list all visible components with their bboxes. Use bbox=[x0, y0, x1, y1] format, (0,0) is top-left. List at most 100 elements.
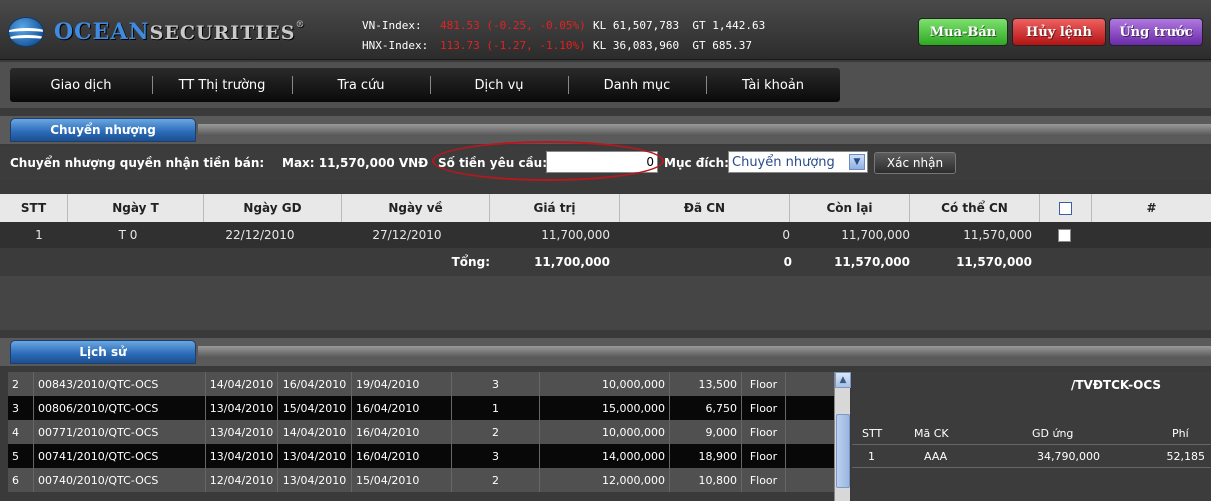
hist-date-1: 13/04/2010 bbox=[206, 396, 278, 420]
total-label: Tổng: bbox=[451, 255, 490, 269]
confirm-button[interactable]: Xác nhận bbox=[874, 152, 956, 174]
purpose-select[interactable]: Chuyển nhượng ▼ bbox=[728, 151, 868, 173]
total-remaining: 11,570,000 bbox=[834, 255, 910, 269]
col-hash: # bbox=[1146, 201, 1157, 215]
hist-type: Floor bbox=[742, 372, 786, 396]
scroll-up-arrow-icon[interactable]: ▲ bbox=[835, 372, 851, 388]
tab-transfer[interactable]: Chuyển nhượng bbox=[10, 118, 196, 142]
select-all-checkbox[interactable] bbox=[1059, 201, 1072, 215]
cell-settle-date: 27/12/2010 bbox=[372, 228, 442, 242]
hist-stt: 5 bbox=[8, 444, 34, 468]
col-trade-date: Ngày GD bbox=[204, 194, 342, 222]
table-row[interactable]: 1 AAA 34,790,000 52,185 bbox=[852, 444, 1211, 468]
table-row[interactable]: 2 00843/2010/QTC-OCS 14/04/2010 16/04/20… bbox=[8, 372, 834, 396]
main-menu: Giao dịch TT Thị trường Tra cứu Dịch vụ … bbox=[10, 68, 840, 102]
menu-item-lookup[interactable]: Tra cứu bbox=[292, 68, 430, 102]
hist-date-2: 16/04/2010 bbox=[278, 372, 352, 396]
table-row[interactable]: 3 00806/2010/QTC-OCS 13/04/2010 15/04/20… bbox=[8, 396, 834, 420]
history-section-bar: Lịch sử bbox=[0, 338, 1211, 366]
transfer-right-label: Chuyển nhượng quyền nhận tiền bán: bbox=[10, 156, 265, 170]
tab-history[interactable]: Lịch sử bbox=[10, 340, 196, 364]
purpose-selected-value: Chuyển nhượng bbox=[732, 154, 835, 170]
detail-col-symbol: Mã CK bbox=[914, 426, 949, 440]
hist-amount: 12,000,000 bbox=[540, 468, 670, 492]
hist-code: 00843/2010/QTC-OCS bbox=[34, 372, 206, 396]
hnx-index-label: HNX-Index: bbox=[362, 39, 429, 52]
hist-stt: 6 bbox=[8, 468, 34, 492]
history-scrollbar[interactable]: ▲ bbox=[834, 372, 851, 501]
vn-volume: KL 61,507,783 bbox=[593, 19, 680, 32]
scroll-thumb[interactable] bbox=[836, 414, 850, 488]
transfer-table-header: STT Ngày T Ngày GD Ngày về Giá trị Đã CN… bbox=[0, 194, 1211, 222]
cancel-order-button[interactable]: Hủy lệnh bbox=[1012, 18, 1106, 46]
cell-day-t: T 0 bbox=[118, 228, 138, 242]
hist-date-1: 13/04/2010 bbox=[206, 444, 278, 468]
hist-stt: 3 bbox=[8, 396, 34, 420]
chevron-down-icon[interactable]: ▼ bbox=[849, 154, 865, 170]
history-table: 2 00843/2010/QTC-OCS 14/04/2010 16/04/20… bbox=[8, 372, 834, 492]
hist-date-1: 12/04/2010 bbox=[206, 468, 278, 492]
cell-stt: 1 bbox=[35, 228, 43, 242]
table-row[interactable]: 5 00741/2010/QTC-OCS 13/04/2010 13/04/20… bbox=[8, 444, 834, 468]
detail-col-stt: STT bbox=[862, 426, 883, 440]
col-day-t: Ngày T bbox=[68, 194, 204, 222]
index-volumes: KL 61,507,783 GT 1,442.63 KL 36,083,960 … bbox=[593, 16, 765, 56]
detail-title: /TVĐTCK-OCS bbox=[1070, 378, 1161, 392]
hist-date-3: 16/04/2010 bbox=[352, 396, 452, 420]
table-row[interactable]: 1 T 0 22/12/2010 27/12/2010 11,700,000 0… bbox=[0, 222, 1211, 248]
hist-date-3: 15/04/2010 bbox=[352, 468, 452, 492]
total-value: 11,700,000 bbox=[534, 255, 610, 269]
menu-item-trading[interactable]: Giao dịch bbox=[10, 68, 152, 102]
table-total-row: Tổng: 11,700,000 0 11,570,000 11,570,000 bbox=[0, 248, 1211, 276]
col-transferred: Đã CN bbox=[620, 194, 790, 222]
hist-count: 2 bbox=[452, 420, 540, 444]
hist-date-2: 13/04/2010 bbox=[278, 468, 352, 492]
advance-detail-panel: /TVĐTCK-OCS STT Mã CK GD ứng Phí 1 AAA 3… bbox=[852, 372, 1211, 501]
hist-type: Floor bbox=[742, 396, 786, 420]
main-menu-bar: Giao dịch TT Thị trường Tra cứu Dịch vụ … bbox=[0, 62, 1211, 108]
hist-stt: 4 bbox=[8, 420, 34, 444]
table-empty-area bbox=[0, 276, 1211, 330]
vn-index-value: 481.53 (-0.25, -0.05%) bbox=[440, 19, 586, 32]
hist-amount: 10,000,000 bbox=[540, 420, 670, 444]
transfer-section-bar: Chuyển nhượng bbox=[0, 116, 1211, 144]
vn-value: GT 1,442.63 bbox=[692, 19, 766, 32]
detail-col-fee: Phí bbox=[1172, 426, 1189, 440]
col-remaining: Còn lại bbox=[790, 194, 910, 222]
col-select-all bbox=[1040, 194, 1092, 222]
row-checkbox[interactable] bbox=[1058, 228, 1071, 242]
table-row[interactable]: 6 00740/2010/QTC-OCS 12/04/2010 13/04/20… bbox=[8, 468, 834, 492]
detail-col-advance: GD ứng bbox=[1032, 426, 1074, 440]
menu-item-services[interactable]: Dịch vụ bbox=[430, 68, 568, 102]
col-transferable: Có thể CN bbox=[910, 194, 1040, 222]
menu-item-account[interactable]: Tài khoản bbox=[706, 68, 840, 102]
annotation-highlight-ellipse bbox=[432, 141, 664, 181]
hist-count: 3 bbox=[452, 444, 540, 468]
hnx-value: GT 685.37 bbox=[692, 39, 752, 52]
hist-fee: 10,800 bbox=[670, 468, 742, 492]
hist-amount: 10,000,000 bbox=[540, 372, 670, 396]
col-settle-date: Ngày về bbox=[342, 194, 490, 222]
row-checkbox-cell bbox=[1058, 222, 1078, 248]
hist-type: Floor bbox=[742, 420, 786, 444]
menu-item-market-info[interactable]: TT Thị trường bbox=[152, 68, 292, 102]
detail-stt: 1 bbox=[868, 449, 875, 463]
cell-remaining: 11,700,000 bbox=[841, 228, 910, 242]
max-amount-label: Max: 11,570,000 VNĐ bbox=[282, 156, 429, 170]
top-header: OCEANSECURITIES® VN-Index: HNX-Index: 48… bbox=[0, 0, 1211, 60]
hist-type: Floor bbox=[742, 444, 786, 468]
hist-code: 00771/2010/QTC-OCS bbox=[34, 420, 206, 444]
table-row[interactable]: 4 00771/2010/QTC-OCS 13/04/2010 14/04/20… bbox=[8, 420, 834, 444]
hist-date-1: 13/04/2010 bbox=[206, 420, 278, 444]
cell-transferred: 0 bbox=[782, 228, 790, 242]
advance-payment-button[interactable]: Ứng trước bbox=[1109, 18, 1203, 46]
col-stt: STT bbox=[0, 194, 68, 222]
menu-item-portfolio[interactable]: Danh mục bbox=[568, 68, 706, 102]
hnx-volume: KL 36,083,960 bbox=[593, 39, 680, 52]
brand-name: OCEANSECURITIES® bbox=[54, 19, 306, 45]
detail-header: STT Mã CK GD ứng Phí bbox=[852, 422, 1211, 444]
detail-symbol: AAA bbox=[924, 449, 948, 463]
buy-sell-button[interactable]: Mua-Bán bbox=[918, 18, 1008, 46]
purpose-label: Mục đích: bbox=[664, 156, 729, 170]
hist-code: 00740/2010/QTC-OCS bbox=[34, 468, 206, 492]
